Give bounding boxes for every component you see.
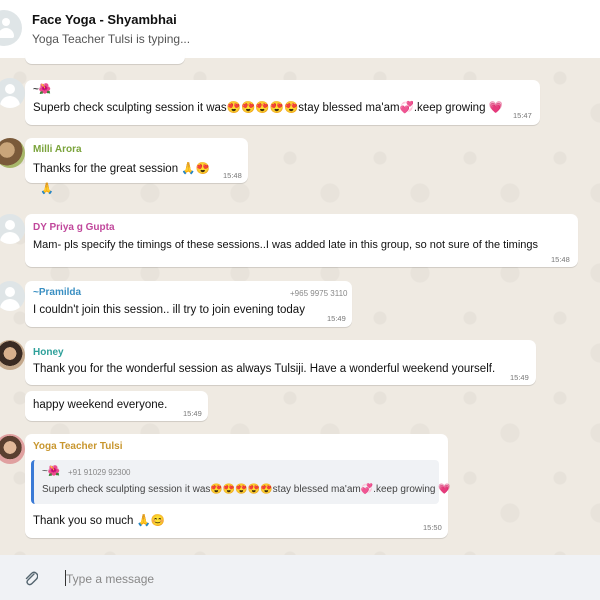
message-sender[interactable]: Milli Arora <box>33 144 82 155</box>
typing-indicator: Yoga Teacher Tulsi is typing... <box>32 32 191 46</box>
quoted-message[interactable]: ~🌺 +91 91029 92300 Superb check sculptin… <box>31 460 451 504</box>
chat-title[interactable]: Face Yoga - Shyambhai <box>32 12 177 27</box>
message-time: 15:48 <box>551 255 570 264</box>
message-bubble[interactable]: happy weekend everyone. 15:49 <box>25 391 208 421</box>
message-text: I couldn't join this session.. ill try t… <box>33 304 305 316</box>
message-time: 15:48 <box>223 171 242 180</box>
reaction-badge[interactable]: 🙏 <box>40 182 54 195</box>
quoted-sender: ~🌺 <box>42 466 61 477</box>
message-time: 15:49 <box>183 409 202 418</box>
message-time: 15:50 <box>423 523 442 532</box>
message-bubble[interactable]: Honey Thank you for the wonderful sessio… <box>25 340 536 385</box>
message-text: Thank you so much 🙏😊 <box>33 515 166 527</box>
chat-header[interactable]: Face Yoga - Shyambhai Yoga Teacher Tulsi… <box>0 0 600 59</box>
partial-message-bubble <box>25 52 185 64</box>
message-text: Superb check sculpting session it was😍😍😍… <box>33 102 503 114</box>
message-sender[interactable]: Honey <box>33 347 64 358</box>
group-avatar-icon[interactable] <box>0 10 22 46</box>
quoted-text: Superb check sculpting session it was😍😍😍… <box>42 484 451 495</box>
sender-phone: +965 9975 3110 <box>290 289 348 298</box>
message-text: Thank you for the wonderful session as a… <box>33 363 496 375</box>
message-time: 15:49 <box>510 373 529 382</box>
message-bubble[interactable]: Yoga Teacher Tulsi ~🌺 +91 91029 92300 Su… <box>25 434 451 538</box>
message-bubble[interactable]: DY Priya g Gupta Mam- pls specify the ti… <box>25 214 578 267</box>
message-sender[interactable]: DY Priya g Gupta <box>33 222 115 233</box>
message-input[interactable] <box>60 564 580 594</box>
message-bubble[interactable]: ~🌺 Superb check sculpting session it was… <box>25 80 540 125</box>
message-sender[interactable]: ~Pramilda <box>33 287 81 298</box>
message-time: 15:47 <box>513 111 532 120</box>
paperclip-icon[interactable] <box>24 570 38 586</box>
message-sender[interactable]: Yoga Teacher Tulsi <box>33 441 122 452</box>
message-text: happy weekend everyone. <box>33 399 168 411</box>
message-bubble[interactable]: Milli Arora Thanks for the great session… <box>25 138 248 183</box>
message-text: Thanks for the great session 🙏😍 <box>33 163 210 175</box>
quoted-phone: +91 91029 92300 <box>68 468 131 477</box>
message-sender[interactable]: ~🌺 <box>33 84 51 95</box>
message-time: 15:49 <box>327 314 346 323</box>
message-text: Mam- pls specify the timings of these se… <box>33 239 539 251</box>
message-bubble[interactable]: ~Pramilda +965 9975 3110 I couldn't join… <box>25 281 352 327</box>
